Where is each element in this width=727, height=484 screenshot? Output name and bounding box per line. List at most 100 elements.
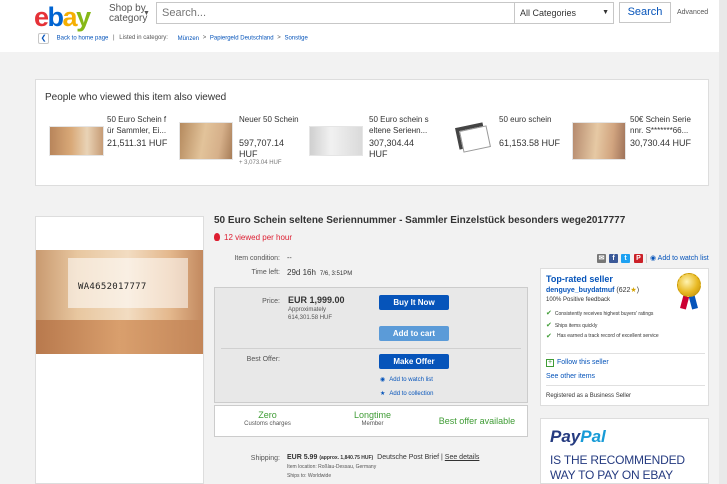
check-icon: ✔ xyxy=(546,322,552,329)
breadcrumb-crumb[interactable]: Sonstige xyxy=(284,36,307,42)
eye-icon: ◉ xyxy=(650,255,657,262)
seller-feature-text: Consistently receives highest buyers' ra… xyxy=(554,311,654,317)
time-left-date: 7/6, 3:51PM xyxy=(319,271,353,277)
breadcrumb-chevron-icon: > xyxy=(202,35,207,41)
share-watch-text: Add to watch list xyxy=(657,255,709,262)
also-viewed-item[interactable]: 50 Euro schein s eltene Seriенn... 307,3… xyxy=(309,114,437,164)
price-label: Price: xyxy=(262,298,280,305)
main-banknote-image[interactable]: WA4652017777 xyxy=(36,250,203,354)
badge-longtime-member: Longtime Member xyxy=(320,410,425,427)
viewed-per-hour: 12 viewed per hour xyxy=(214,233,292,242)
best-offer-label: Best Offer: xyxy=(246,356,280,363)
purchase-panel: Price: EUR 1,999.00 Approximately 614,30… xyxy=(214,287,528,403)
follow-seller-text: Follow this seller xyxy=(557,359,609,366)
also-viewed-item[interactable]: Neuer 50 Schein 597,707.14 HUF + 3,073.0… xyxy=(179,114,307,166)
seller-feature: ✔ Consistently receives highest buyers' r… xyxy=(546,309,666,317)
shop-by-category-button[interactable]: Shop by category ▼ xyxy=(109,4,153,24)
also-viewed-item-price: 21,511.31 HUF xyxy=(107,138,168,148)
eye-icon: ◉ xyxy=(380,377,386,383)
condition-label: Item condition: xyxy=(234,255,280,262)
advanced-search-link[interactable]: Advanced xyxy=(677,9,708,16)
ebay-logo[interactable]: ebay xyxy=(34,2,91,33)
breadcrumb: ❮ Back to home page | Listed in category… xyxy=(38,32,308,44)
also-viewed-item[interactable]: 50€ Schein Serie nnr. S*******66... 30,7… xyxy=(572,114,702,164)
ships-to: Ships to: Worldwide xyxy=(287,473,332,479)
badge-zero-customs: Zero Customs charges xyxy=(215,410,320,427)
twitter-icon[interactable]: t xyxy=(621,254,630,263)
logo-letter: y xyxy=(76,2,91,32)
item-badges-panel: Zero Customs charges Longtime Member Bes… xyxy=(214,405,528,437)
see-other-items-link[interactable]: See other items xyxy=(546,373,595,380)
paypal-banner[interactable]: PayPal IS THE RECOMMENDED WAY TO PAY ON … xyxy=(540,418,709,484)
badge-subtitle: Customs charges xyxy=(244,421,291,427)
category-select-value: All Categories xyxy=(520,8,577,18)
seller-name-link[interactable]: denguye_buydatmuf xyxy=(546,287,614,294)
also-viewed-item-title: Neuer 50 Schein xyxy=(239,115,299,124)
shipping-value: EUR 5.99 (approx. 1,840.75 HUF) Deutsche… xyxy=(287,454,479,461)
chevron-down-icon: ▼ xyxy=(602,9,609,16)
buy-it-now-button[interactable]: Buy It Now xyxy=(379,295,449,310)
also-viewed-item[interactable]: 50 euro schein 61,153.58 HUF xyxy=(441,114,569,164)
also-viewed-item-title: 50 Euro schein s eltene Seriенn... xyxy=(369,115,429,135)
main-image-panel: WA4652017777 xyxy=(35,216,204,484)
approx-label: Approximately xyxy=(288,307,327,313)
share-separator xyxy=(646,254,647,263)
logo-letter: e xyxy=(34,2,49,32)
pinterest-icon[interactable]: P xyxy=(634,254,643,263)
banknote-thumbnail xyxy=(179,122,233,160)
back-arrow-icon[interactable]: ❮ xyxy=(38,32,49,44)
logo-letter: b xyxy=(47,2,65,32)
also-viewed-item-title: 50€ Schein Serie nnr. S*******66... xyxy=(630,115,691,135)
time-left-label: Time left: xyxy=(251,269,280,276)
make-offer-button[interactable]: Make Offer xyxy=(379,354,449,369)
back-to-home-link[interactable]: Back to home page xyxy=(57,36,109,42)
listed-in-label: Listed in category: xyxy=(119,35,168,41)
seller-name-row: denguye_buydatmuf (622★) xyxy=(546,286,639,294)
breadcrumb-crumb[interactable]: Papiergeld Deutschland xyxy=(210,36,274,42)
see-details-link[interactable]: See details xyxy=(445,454,480,461)
also-viewed-panel: People who viewed this item also viewed … xyxy=(35,79,709,186)
banknote-thumbnail xyxy=(49,126,104,156)
breadcrumb-crumb[interactable]: Münzen xyxy=(178,36,199,42)
add-to-cart-button[interactable]: Add to cart xyxy=(379,326,449,341)
paypal-logo-pay: Pay xyxy=(550,427,581,446)
shipping-service: Deutsche Post Brief xyxy=(377,454,440,461)
seller-feature: ✔ Ships items quickly xyxy=(546,321,666,329)
also-viewed-item-title: 50 Euro Schein f ür Sammler, Ei... xyxy=(107,115,167,135)
shipping-label: Shipping: xyxy=(250,455,280,462)
seller-feature-text: Has earned a track record of excellent s… xyxy=(557,333,659,339)
also-viewed-item-price: 307,304.44 HUF xyxy=(369,138,415,159)
page-scrollbar[interactable] xyxy=(719,0,727,484)
seller-panel: Top-rated seller denguye_buydatmuf (622★… xyxy=(540,268,709,406)
badge-subtitle: Member xyxy=(361,421,384,427)
chevron-down-icon: ▼ xyxy=(143,10,150,17)
shipping-approx: (approx. 1,840.75 HUF) xyxy=(319,455,374,461)
check-icon: ✔ xyxy=(546,333,552,340)
also-viewed-item-price: 61,153.58 HUF xyxy=(499,138,561,148)
price-value: EUR 1,999.00 xyxy=(288,295,345,305)
also-viewed-item[interactable]: 50 Euro Schein f ür Sammler, Ei... 21,51… xyxy=(49,114,179,164)
top-rated-medal-icon xyxy=(675,273,703,313)
add-to-watch-list-link[interactable]: ◉ Add to watch list xyxy=(380,376,433,383)
category-select[interactable]: All Categories ▼ xyxy=(514,3,615,23)
business-seller: Registered as a Business Seller xyxy=(546,393,632,399)
search-input[interactable] xyxy=(157,3,514,23)
item-location: Item location: Roßlau-Dessau, Germany xyxy=(287,464,377,470)
paypal-line2: WAY TO PAY ON EBAY xyxy=(550,468,673,482)
add-to-collection-link[interactable]: ★ Add to collection xyxy=(380,390,433,397)
paypal-logo-pal: Pal xyxy=(580,427,606,446)
add-to-collection-text: Add to collection xyxy=(389,391,434,397)
share-watch-link[interactable]: ◉ Add to watch list xyxy=(650,254,709,262)
approx-value: 614,301.58 HUF xyxy=(288,315,333,321)
condition-value: -- xyxy=(287,255,292,262)
banknote-serial-number: WA4652017777 xyxy=(78,282,147,292)
badge-title: Zero xyxy=(258,410,277,420)
facebook-icon[interactable]: f xyxy=(609,254,618,263)
email-icon[interactable]: ✉ xyxy=(597,254,606,263)
search-button[interactable]: Search xyxy=(619,2,671,23)
paypal-line1: IS THE RECOMMENDED xyxy=(550,453,685,467)
positive-feedback: 100% Positive feedback xyxy=(546,297,611,303)
top-rated-title: Top-rated seller xyxy=(546,274,613,284)
follow-seller-link[interactable]: + Follow this seller xyxy=(546,359,609,367)
time-left-duration: 29d 16h xyxy=(287,268,316,277)
